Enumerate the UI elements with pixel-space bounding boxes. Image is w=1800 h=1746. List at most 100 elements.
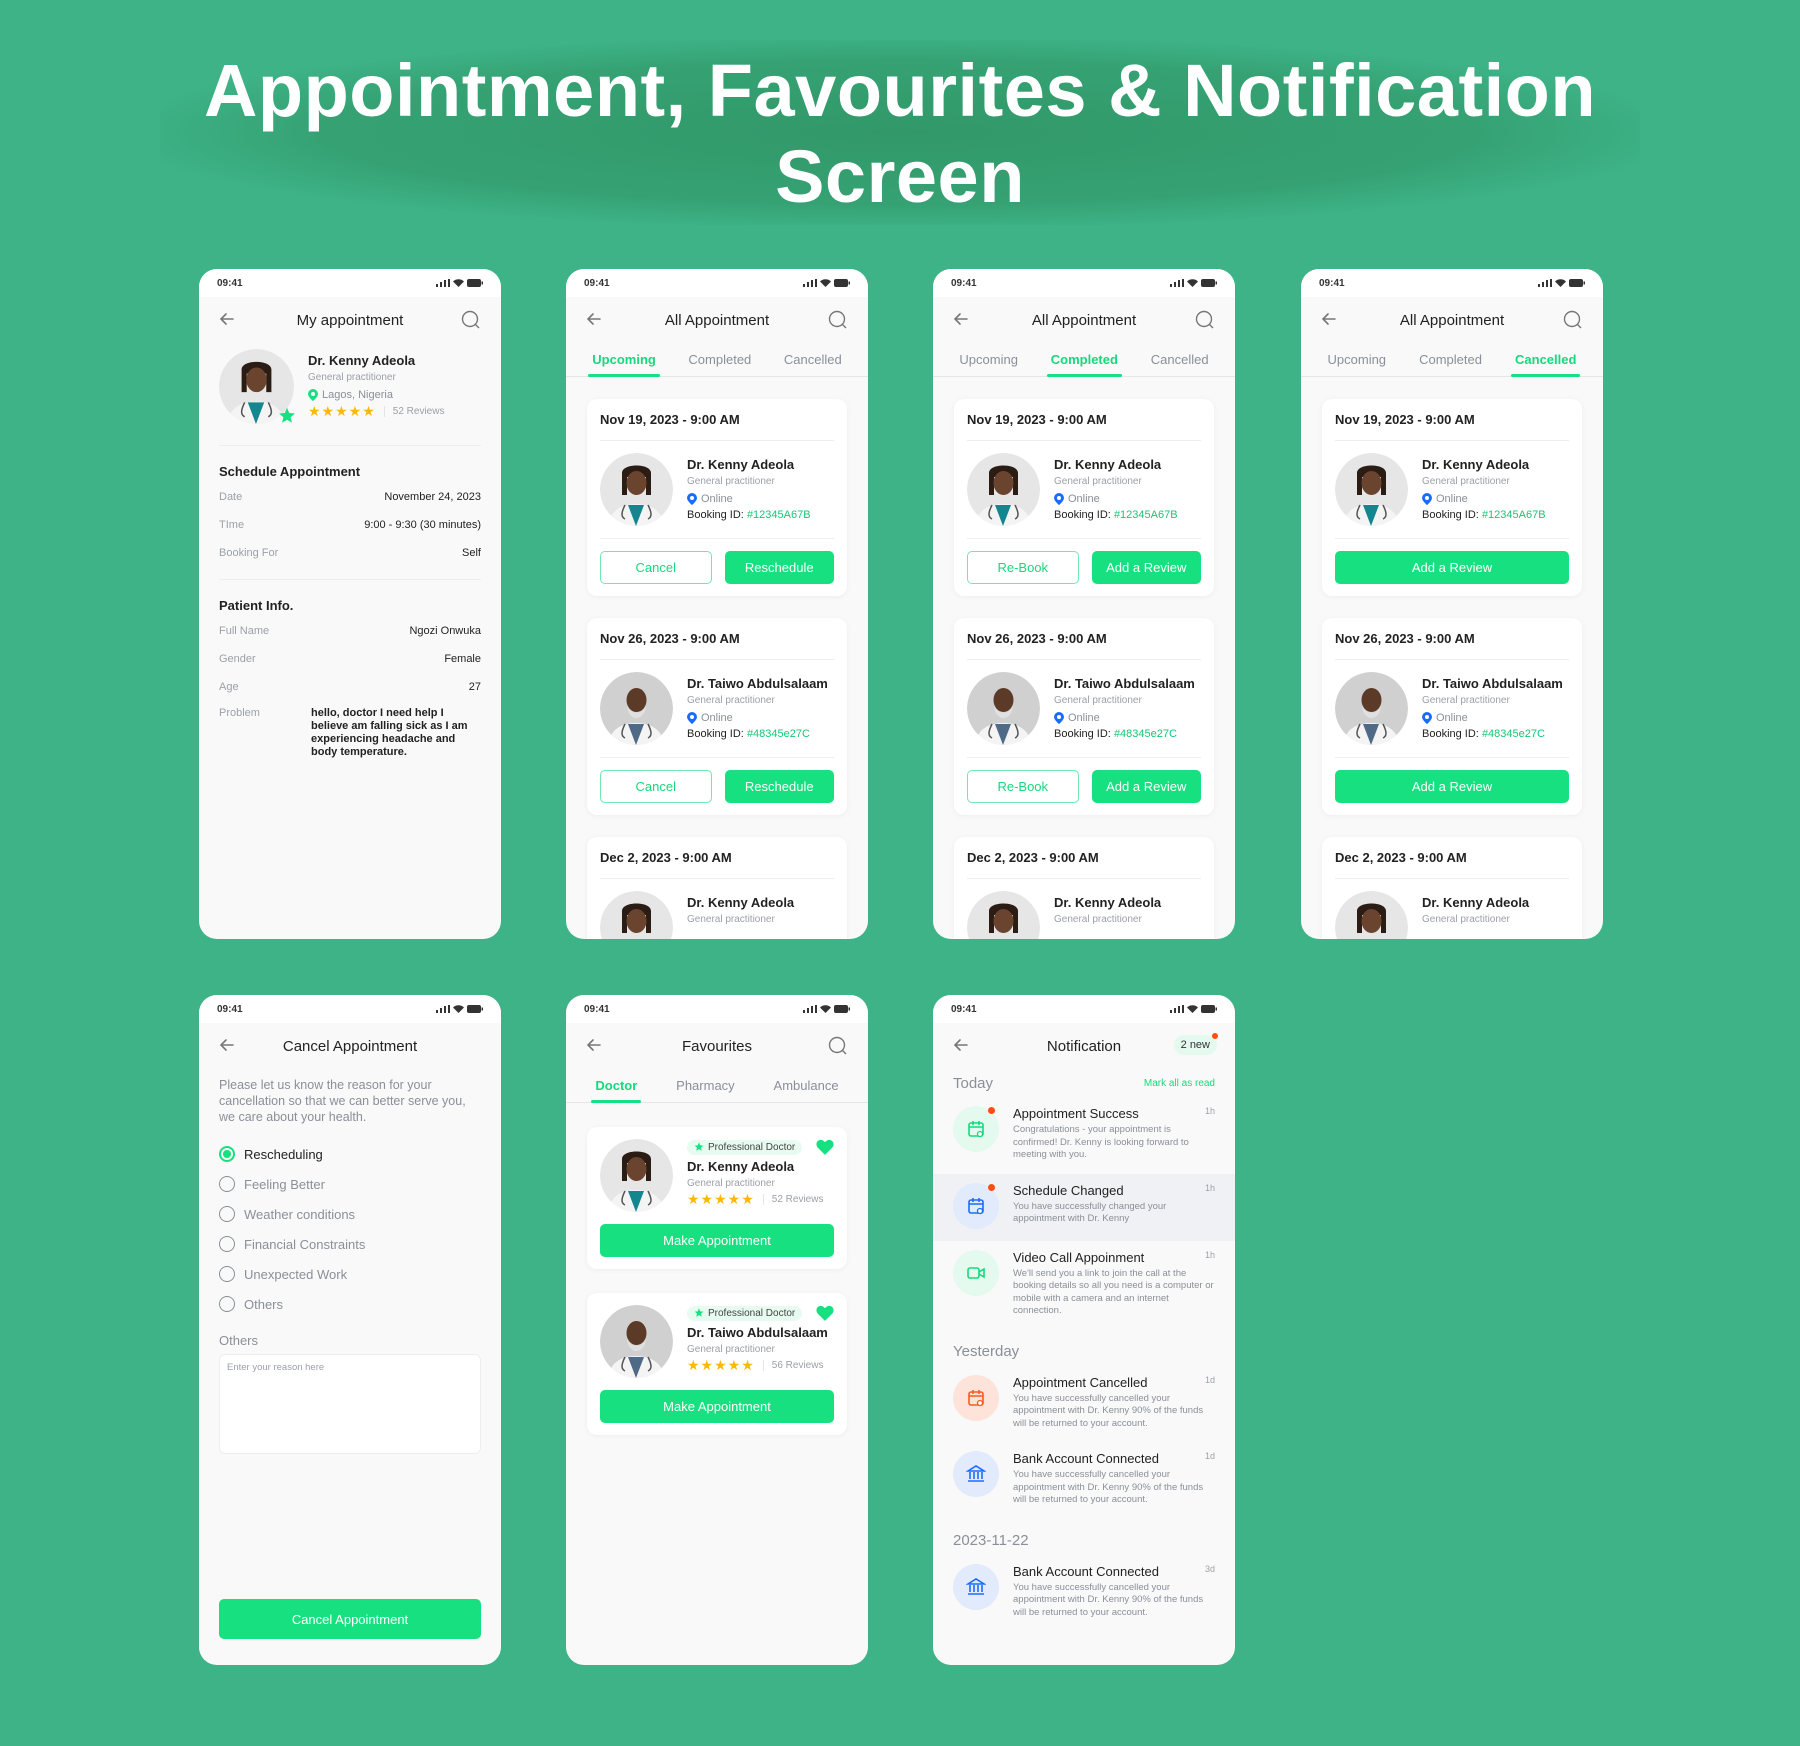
search-icon[interactable]: [828, 1036, 848, 1056]
tab-cancelled[interactable]: Cancelled: [1511, 343, 1581, 377]
search-icon[interactable]: [1563, 310, 1583, 330]
add-a-review-button[interactable]: Add a Review: [1335, 551, 1569, 584]
appointment-mode: Online: [701, 493, 733, 505]
add-a-review-button[interactable]: Add a Review: [1091, 551, 1201, 584]
radio-button[interactable]: [219, 1296, 235, 1312]
reason-option[interactable]: Feeling Better: [219, 1169, 481, 1199]
appointment-date: Dec 2, 2023 - 9:00 AM: [967, 837, 1201, 879]
notification-section-header: Yesterday: [953, 1343, 1020, 1360]
notification-item[interactable]: Appointment Cancelled 1d You have successf…: [933, 1366, 1235, 1443]
radio-button[interactable]: [219, 1236, 235, 1252]
appointment-date: Nov 26, 2023 - 9:00 AM: [1335, 618, 1569, 660]
all-appointment-screen-cancelled: 09:41 All Appointment Upcoming Completed Can…: [1301, 269, 1603, 939]
reason-option[interactable]: Unexpected Work: [219, 1259, 481, 1289]
reschedule-button[interactable]: Reschedule: [724, 551, 834, 584]
cancel-button[interactable]: Cancel: [600, 770, 712, 803]
make-appointment-button[interactable]: Make Appointment: [600, 1224, 834, 1257]
appointment-card: Nov 19, 2023 - 9:00 AM Dr. Kenny Adeola G…: [954, 399, 1214, 596]
header-title: Cancel Appointment: [282, 1037, 418, 1055]
search-icon[interactable]: [461, 310, 481, 330]
wifi-icon: [1187, 279, 1198, 287]
wifi-icon: [1555, 279, 1566, 287]
search-icon[interactable]: [1195, 310, 1215, 330]
signal-icon: [803, 1005, 817, 1013]
tab-cancelled[interactable]: Cancelled: [780, 343, 846, 376]
wifi-icon: [820, 279, 831, 287]
notification-item[interactable]: Schedule Changed 1h You have successfully …: [933, 1173, 1235, 1241]
doctor-name: Dr. Kenny Adeola: [1422, 895, 1530, 910]
cancel-button[interactable]: Cancel: [600, 551, 712, 584]
doctor-specialty: General practitioner: [1054, 695, 1142, 706]
tab-pharmacy[interactable]: Pharmacy: [672, 1069, 739, 1102]
tab-completed[interactable]: Completed: [1415, 343, 1486, 376]
appointment-mode: Online: [1068, 493, 1100, 505]
heart-icon[interactable]: [816, 1305, 834, 1321]
radio-button[interactable]: [219, 1146, 235, 1162]
notification-item[interactable]: Bank Account Connected 1d You have success…: [933, 1442, 1235, 1519]
favourite-doctor-card: Professional Doctor Dr. Kenny Adeola Gener…: [587, 1127, 847, 1269]
back-arrow-icon[interactable]: [586, 311, 602, 327]
heart-icon[interactable]: [816, 1139, 834, 1155]
signal-icon: [436, 1005, 450, 1013]
header: Cancel Appointment: [199, 1023, 501, 1069]
back-arrow-icon[interactable]: [1321, 311, 1337, 327]
wifi-icon: [453, 1005, 464, 1013]
tab-upcoming[interactable]: Upcoming: [588, 343, 660, 377]
radio-button[interactable]: [219, 1176, 235, 1192]
female-doctor-avatar: [1335, 891, 1408, 939]
radio-button[interactable]: [219, 1266, 235, 1282]
mark-all-read-link[interactable]: Mark all as read: [1144, 1078, 1215, 1089]
back-arrow-icon[interactable]: [953, 311, 969, 327]
tab-upcoming[interactable]: Upcoming: [955, 343, 1022, 376]
tab-completed[interactable]: Completed: [684, 343, 755, 376]
back-arrow-icon[interactable]: [953, 1037, 969, 1053]
tab-ambulance[interactable]: Ambulance: [770, 1069, 843, 1102]
signal-icon: [803, 279, 817, 287]
appointment-card: Dec 2, 2023 - 9:00 AM Dr. Kenny Adeola Ge…: [1322, 837, 1582, 939]
notification-item[interactable]: Appointment Success 1h Congratulations - y…: [933, 1097, 1235, 1174]
battery-icon: [467, 279, 483, 287]
radio-button[interactable]: [219, 1206, 235, 1222]
re-book-button[interactable]: Re-Book: [967, 551, 1079, 584]
back-arrow-icon[interactable]: [219, 1037, 235, 1053]
status-time: 09:41: [217, 277, 243, 289]
verified-star-icon: [279, 407, 295, 423]
appointment-card: Dec 2, 2023 - 9:00 AM Dr. Kenny Adeola Ge…: [587, 837, 847, 939]
status-time: 09:41: [1319, 277, 1345, 289]
reason-option[interactable]: Weather conditions: [219, 1199, 481, 1229]
add-a-review-button[interactable]: Add a Review: [1335, 770, 1569, 803]
problem-row: Problem hello, doctor I need help I belie…: [219, 707, 468, 758]
reason-option[interactable]: Rescheduling: [219, 1139, 481, 1169]
star-rating: ★★★★★: [308, 403, 376, 419]
reason-textarea-box[interactable]: Enter your reason here: [219, 1354, 481, 1454]
re-book-button[interactable]: Re-Book: [967, 770, 1079, 803]
cancel-appointment-button[interactable]: Cancel Appointment: [219, 1599, 481, 1639]
battery-icon: [467, 1005, 483, 1013]
back-arrow-icon[interactable]: [219, 311, 235, 327]
notification-item[interactable]: Bank Account Connected 3d You have success…: [933, 1555, 1235, 1632]
doctor-specialty: General practitioner: [687, 914, 775, 925]
all-appointment-screen-upcoming: 09:41 All Appointment Upcoming Completed Can…: [566, 269, 868, 939]
doctor-specialty: General practitioner: [687, 1344, 775, 1355]
tab-cancelled[interactable]: Cancelled: [1147, 343, 1213, 376]
reason-textarea[interactable]: [220, 1355, 480, 1453]
back-arrow-icon[interactable]: [586, 1037, 602, 1053]
reschedule-button[interactable]: Reschedule: [724, 770, 834, 803]
tab-doctor[interactable]: Doctor: [591, 1069, 642, 1103]
status-bar: 09:41: [199, 269, 501, 297]
notification-item[interactable]: Video Call Appoinment 1h We'll send you a …: [933, 1241, 1235, 1330]
patient-row: Age 27: [219, 681, 481, 693]
calendar-icon: [968, 1197, 984, 1214]
header-title: All Appointment: [1031, 311, 1137, 329]
add-a-review-button[interactable]: Add a Review: [1091, 770, 1201, 803]
status-time: 09:41: [584, 1003, 610, 1015]
tab-upcoming[interactable]: Upcoming: [1324, 343, 1391, 376]
header: Favourites: [566, 1023, 868, 1069]
reason-option[interactable]: Financial Constraints: [219, 1229, 481, 1259]
make-appointment-button[interactable]: Make Appointment: [600, 1390, 834, 1423]
booking-id: Booking ID: #12345A67B: [1054, 509, 1178, 521]
reason-option[interactable]: Others: [219, 1289, 481, 1319]
search-icon[interactable]: [828, 310, 848, 330]
tab-completed[interactable]: Completed: [1046, 343, 1123, 377]
location-pin-icon: [687, 712, 697, 724]
